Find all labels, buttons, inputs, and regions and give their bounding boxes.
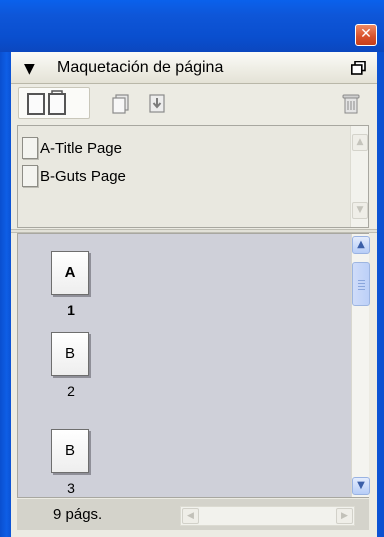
- page-item-3[interactable]: B 3: [51, 429, 91, 496]
- delete-page-icon[interactable]: [341, 92, 361, 116]
- horizontal-scrollbar[interactable]: ◀ ▶: [180, 506, 355, 526]
- master-label: A-Title Page: [40, 139, 122, 157]
- pages-scrollbar[interactable]: ▲ ▼: [351, 234, 370, 497]
- toolbar: [11, 85, 377, 123]
- page-thumbnail[interactable]: B: [51, 429, 89, 473]
- new-page-icon[interactable]: [111, 93, 131, 115]
- collapse-triangle-icon[interactable]: ▼: [24, 61, 35, 77]
- page-number: 2: [67, 383, 75, 399]
- page-thumbnail[interactable]: A: [51, 251, 89, 295]
- master-thumbnail: [22, 137, 38, 159]
- close-icon[interactable]: ✕: [355, 24, 377, 46]
- pages-scroll-down-icon[interactable]: ▼: [352, 477, 370, 495]
- window-frame-left: [0, 52, 11, 537]
- master-thumbnail: [22, 165, 38, 187]
- panel-menu-icon[interactable]: [351, 61, 366, 75]
- grip-line: [358, 286, 365, 287]
- page-layout-panel: ▼ Maquetación de página A-Title Page B-G…: [11, 52, 377, 537]
- pages-scroll-up-icon[interactable]: ▲: [352, 236, 370, 254]
- page-number: 1: [67, 302, 75, 318]
- page-item-1[interactable]: A 1: [51, 251, 91, 318]
- panel-header[interactable]: ▼ Maquetación de página: [11, 52, 377, 84]
- master-item-a[interactable]: A-Title Page: [22, 136, 122, 160]
- page-thumbnail[interactable]: B: [51, 332, 89, 376]
- window-frame-right: [377, 52, 384, 537]
- window-titlebar[interactable]: ✕: [0, 0, 384, 52]
- masters-scroll-down-icon[interactable]: ▼: [352, 202, 368, 219]
- pages-view-icon: [27, 90, 66, 115]
- pages-scroll-thumb[interactable]: [352, 262, 370, 306]
- status-bar: 9 págs. ◀ ▶: [17, 499, 369, 530]
- master-label: B-Guts Page: [40, 167, 126, 185]
- page-count-label: 9 págs.: [53, 506, 103, 523]
- pages-area: A 1 B 2 B 3 ▲ ▼: [17, 233, 370, 498]
- master-item-b[interactable]: B-Guts Page: [22, 164, 126, 188]
- pages-view-button[interactable]: [18, 87, 90, 119]
- masters-scrollbar[interactable]: ▲ ▼: [350, 126, 368, 227]
- panel-title: Maquetación de página: [57, 59, 224, 76]
- page-number: 3: [67, 480, 75, 496]
- masters-scroll-up-icon[interactable]: ▲: [352, 134, 368, 151]
- grip-line: [358, 283, 365, 284]
- masters-list: A-Title Page B-Guts Page ▲ ▼: [17, 125, 369, 228]
- grip-line: [358, 280, 365, 281]
- load-masters-icon[interactable]: [147, 93, 167, 115]
- scroll-right-icon[interactable]: ▶: [336, 508, 353, 524]
- grip-line: [358, 289, 365, 290]
- page-item-2[interactable]: B 2: [51, 332, 91, 399]
- scroll-left-icon[interactable]: ◀: [182, 508, 199, 524]
